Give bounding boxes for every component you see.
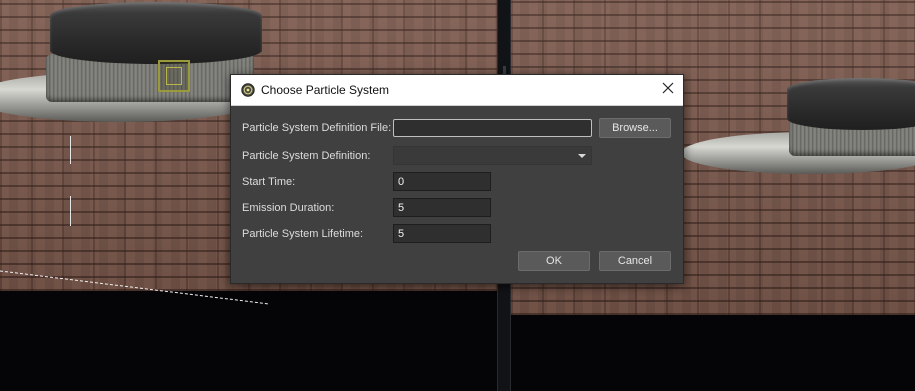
dialog-titlebar[interactable]: Choose Particle System [231, 75, 683, 106]
emission-duration-input[interactable] [393, 198, 491, 217]
lifetime-label: Particle System Lifetime: [242, 228, 364, 240]
hat-crown [787, 78, 915, 130]
close-icon [662, 81, 674, 99]
close-button[interactable] [653, 75, 683, 105]
splitter-grip[interactable] [503, 66, 506, 74]
ok-button[interactable]: OK [518, 251, 590, 271]
start-time-input[interactable] [393, 172, 491, 191]
browse-button[interactable]: Browse... [599, 118, 671, 138]
particle-system-icon [241, 83, 255, 97]
chevron-down-icon [578, 154, 586, 158]
gizmo-axis-upper [70, 136, 71, 164]
cancel-button[interactable]: Cancel [599, 251, 671, 271]
dialog-title: Choose Particle System [261, 83, 390, 97]
gizmo-axis-lower [70, 196, 71, 226]
definition-file-input[interactable] [393, 119, 592, 137]
hat-buckle [158, 60, 190, 92]
definition-label: Particle System Definition: [242, 150, 371, 162]
lifetime-input[interactable] [393, 224, 491, 243]
start-time-label: Start Time: [242, 176, 296, 188]
definition-file-label: Particle System Definition File: [242, 122, 392, 134]
emission-duration-label: Emission Duration: [242, 202, 335, 214]
hat-crown [50, 2, 262, 64]
definition-dropdown[interactable] [393, 146, 592, 165]
choose-particle-system-dialog: Choose Particle System Particle System D… [230, 74, 684, 284]
